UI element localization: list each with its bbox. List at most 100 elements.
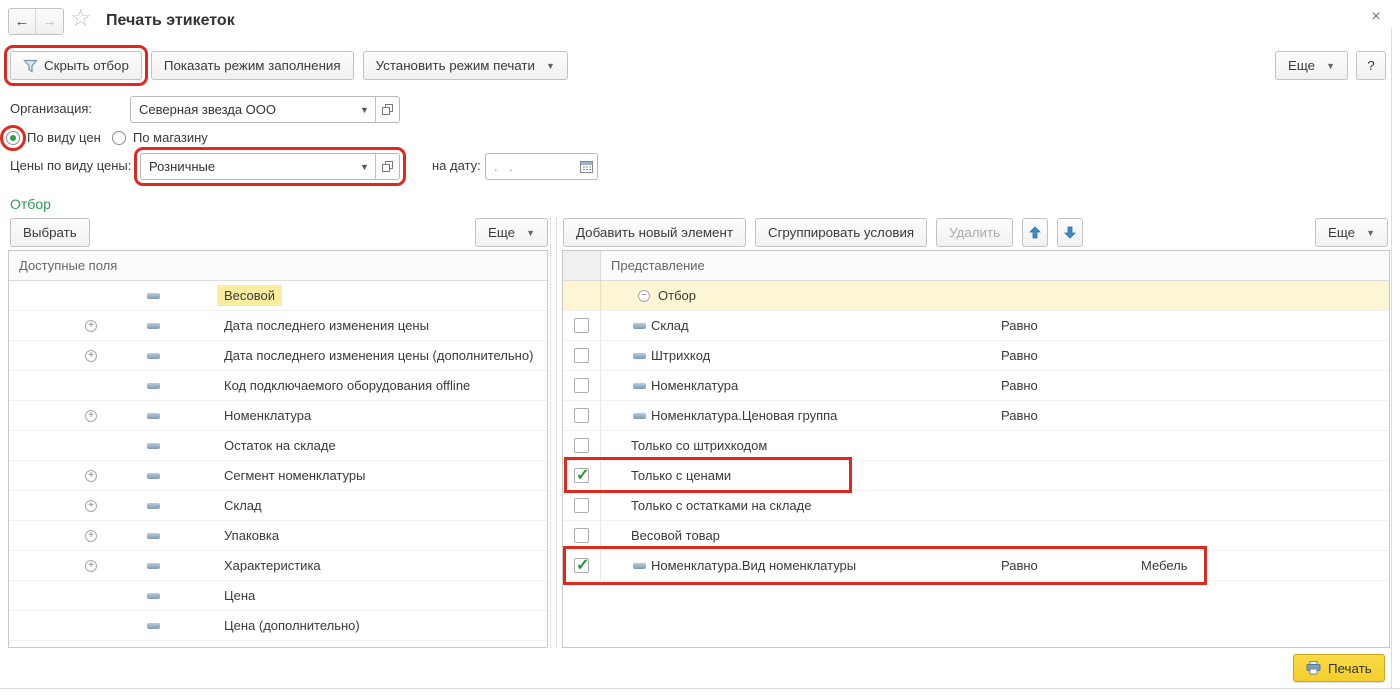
checkbox-cell bbox=[563, 461, 601, 490]
filter-row-only-with-stock[interactable]: Только с остатками на складе bbox=[563, 491, 1389, 521]
open-form-icon[interactable] bbox=[375, 154, 399, 179]
set-print-mode-button[interactable]: Установить режим печати ▼ bbox=[363, 51, 568, 80]
select-button[interactable]: Выбрать bbox=[10, 218, 90, 247]
more-button-right-panel[interactable]: Еще ▼ bbox=[1315, 218, 1388, 247]
add-element-button[interactable]: Добавить новый элемент bbox=[563, 218, 746, 247]
dropdown-arrow-icon[interactable]: ▼ bbox=[354, 154, 375, 179]
filter-row-price-group[interactable]: Номенклатура.Ценовая группа Равно bbox=[563, 401, 1389, 431]
field-row-nomenclature[interactable]: + Номенклатура bbox=[9, 401, 547, 431]
expand-plus-icon[interactable]: + bbox=[85, 410, 97, 422]
field-row-segment[interactable]: + Сегмент номенклатуры bbox=[9, 461, 547, 491]
window-right-border bbox=[1391, 28, 1392, 689]
filter-row-nomenclature-kind[interactable]: Номенклатура.Вид номенклатуры Равно Мебе… bbox=[563, 551, 1389, 581]
field-row-price-extra[interactable]: Цена (дополнительно) bbox=[9, 611, 547, 641]
printer-icon bbox=[1306, 661, 1321, 675]
panel-splitter[interactable] bbox=[550, 218, 557, 648]
move-down-button[interactable] bbox=[1057, 218, 1083, 247]
dropdown-arrow-icon[interactable]: ▼ bbox=[354, 97, 375, 122]
move-up-button[interactable] bbox=[1022, 218, 1048, 247]
available-fields-header: Доступные поля bbox=[9, 251, 547, 281]
field-row-offline-code[interactable]: Код подключаемого оборудования offline bbox=[9, 371, 547, 401]
field-row-characteristic[interactable]: + Характеристика bbox=[9, 551, 547, 581]
calendar-icon[interactable] bbox=[576, 154, 597, 179]
expand-plus-icon[interactable]: + bbox=[85, 320, 97, 332]
attribute-icon bbox=[147, 473, 160, 479]
date-input[interactable]: . . bbox=[485, 153, 598, 180]
field-row-date-changed[interactable]: + Дата последнего изменения цены bbox=[9, 311, 547, 341]
filter-row-label: Только с остатками на складе bbox=[631, 498, 811, 513]
chevron-down-icon: ▼ bbox=[546, 61, 555, 71]
condition-cell: Равно bbox=[1001, 378, 1038, 393]
filter-row-barcode[interactable]: Штрихкод Равно bbox=[563, 341, 1389, 371]
expand-plus-icon[interactable]: + bbox=[85, 560, 97, 572]
expand-plus-icon[interactable]: + bbox=[85, 350, 97, 362]
nav-buttons: ← → bbox=[8, 8, 64, 35]
filter-row-only-with-barcode[interactable]: Только со штрихкодом bbox=[563, 431, 1389, 461]
field-row-packaging[interactable]: + Упаковка bbox=[9, 521, 547, 551]
attribute-icon bbox=[633, 353, 646, 359]
back-button[interactable]: ← bbox=[9, 9, 36, 34]
filter-row-only-with-prices[interactable]: Только с ценами bbox=[563, 461, 1389, 491]
attribute-icon bbox=[633, 383, 646, 389]
row-checkbox[interactable] bbox=[574, 498, 589, 513]
field-row-price[interactable]: Цена bbox=[9, 581, 547, 611]
radio-by-price-type[interactable]: По виду цен bbox=[6, 130, 101, 145]
attribute-icon bbox=[147, 503, 160, 509]
radio-dot-icon[interactable] bbox=[112, 131, 126, 145]
filter-row-warehouse[interactable]: Склад Равно bbox=[563, 311, 1389, 341]
row-checkbox[interactable] bbox=[574, 378, 589, 393]
delete-button[interactable]: Удалить bbox=[936, 218, 1013, 247]
available-fields-table: Доступные поля Весовой + Дата последнего… bbox=[8, 250, 548, 648]
organization-combobox[interactable]: Северная звезда ООО ▼ bbox=[130, 96, 400, 123]
row-checkbox[interactable] bbox=[574, 438, 589, 453]
filter-funnel-icon bbox=[23, 59, 38, 73]
price-type-combobox[interactable]: Розничные ▼ bbox=[140, 153, 400, 180]
print-label: Печать bbox=[1328, 661, 1372, 676]
field-label: Код подключаемого оборудования offline bbox=[224, 378, 470, 393]
collapse-minus-icon[interactable]: − bbox=[638, 290, 650, 302]
print-button[interactable]: Печать bbox=[1293, 654, 1385, 682]
expand-plus-icon[interactable]: + bbox=[85, 530, 97, 542]
close-icon[interactable]: × bbox=[1366, 8, 1386, 26]
filter-row-nomenclature[interactable]: Номенклатура Равно bbox=[563, 371, 1389, 401]
row-checkbox[interactable] bbox=[574, 408, 589, 423]
expand-plus-icon[interactable]: + bbox=[85, 470, 97, 482]
help-button[interactable]: ? bbox=[1356, 51, 1386, 80]
favorite-star-icon[interactable]: ☆ bbox=[70, 6, 92, 32]
more-button-left-panel[interactable]: Еще ▼ bbox=[475, 218, 548, 247]
forward-button[interactable]: → bbox=[36, 9, 63, 34]
checkbox-cell bbox=[563, 551, 601, 580]
more-button-toolbar[interactable]: Еще ▼ bbox=[1275, 51, 1348, 80]
radio-dot-icon[interactable] bbox=[6, 131, 20, 145]
filter-conditions-table: Представление − Отбор Склад Равно Штрихк… bbox=[562, 250, 1390, 648]
field-row-vesovoy[interactable]: Весовой bbox=[9, 281, 547, 311]
open-form-icon[interactable] bbox=[375, 97, 399, 122]
row-checkbox[interactable] bbox=[574, 468, 589, 483]
attribute-icon bbox=[147, 323, 160, 329]
checkbox-cell bbox=[563, 341, 601, 370]
hide-filter-label: Скрыть отбор bbox=[44, 58, 129, 73]
row-checkbox[interactable] bbox=[574, 318, 589, 333]
field-label: Сегмент номенклатуры bbox=[224, 468, 365, 483]
field-label: Склад bbox=[224, 498, 262, 513]
radio-by-store-label: По магазину bbox=[133, 130, 208, 145]
show-fill-mode-button[interactable]: Показать режим заполнения bbox=[151, 51, 354, 80]
row-checkbox[interactable] bbox=[574, 528, 589, 543]
filter-section-title: Отбор bbox=[10, 196, 51, 212]
filter-table-header: Представление bbox=[563, 251, 1389, 281]
group-conditions-button[interactable]: Сгруппировать условия bbox=[755, 218, 927, 247]
row-checkbox[interactable] bbox=[574, 348, 589, 363]
hide-filter-button[interactable]: Скрыть отбор bbox=[10, 51, 142, 80]
condition-cell: Равно bbox=[1001, 318, 1038, 333]
chevron-down-icon: ▼ bbox=[526, 228, 535, 238]
field-row-stock[interactable]: Остаток на складе bbox=[9, 431, 547, 461]
row-checkbox[interactable] bbox=[574, 558, 589, 573]
field-row-warehouse[interactable]: + Склад bbox=[9, 491, 547, 521]
radio-by-store[interactable]: По магазину bbox=[112, 130, 208, 145]
expand-plus-icon[interactable]: + bbox=[85, 500, 97, 512]
field-row-date-changed-extra[interactable]: + Дата последнего изменения цены (дополн… bbox=[9, 341, 547, 371]
field-label: Дата последнего изменения цены bbox=[224, 318, 429, 333]
filter-row-weighted-goods[interactable]: Весовой товар bbox=[563, 521, 1389, 551]
filter-group-row[interactable]: − Отбор bbox=[563, 281, 1389, 311]
filter-header-label: Представление bbox=[601, 258, 705, 273]
